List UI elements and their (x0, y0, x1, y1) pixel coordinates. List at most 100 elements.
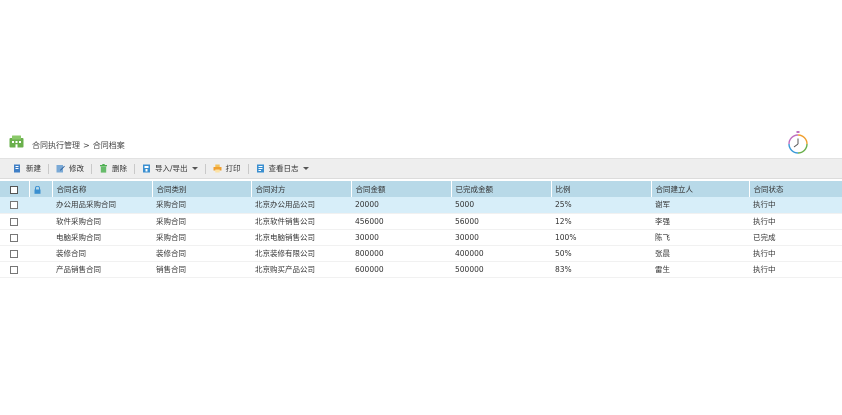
building-icon (9, 135, 24, 148)
toolbar-divider (91, 163, 92, 174)
row-checkbox[interactable] (10, 201, 18, 210)
table-cell: 张晨 (655, 248, 670, 258)
contract-table: 合同名称 合同类别 合同对方 合同金额 已完成金额 比例 合同建立人 合同状态 … (0, 181, 842, 278)
column-header[interactable]: 合同类别 (152, 181, 252, 197)
table-cell: 25% (555, 200, 572, 210)
table-cell: 采购合同 (156, 216, 186, 226)
table-cell: 产品销售合同 (56, 264, 101, 274)
row-checkbox[interactable] (10, 233, 18, 242)
table-cell: 执行中 (753, 200, 776, 210)
delete-button[interactable]: 删除 (94, 161, 132, 177)
table-cell: 装修合同 (156, 248, 186, 258)
table-cell: 20000 (355, 200, 379, 210)
table-cell: 12% (555, 216, 572, 226)
chevron-down-icon (302, 167, 309, 170)
import-export-icon (143, 164, 150, 173)
row-select-cell (0, 245, 29, 261)
table-header-row: 合同名称 合同类别 合同对方 合同金额 已完成金额 比例 合同建立人 合同状态 (0, 181, 842, 197)
table-cell: 400000 (455, 248, 484, 258)
table-cell: 已完成 (753, 232, 776, 242)
lock-column-header (29, 181, 53, 197)
table-row[interactable]: 办公用品采购合同 采购合同 北京办公用品公司 20000 5000 25% 谢军… (0, 197, 842, 213)
lock-cell (29, 229, 52, 245)
toolbar-divider (48, 163, 49, 174)
new-doc-icon (14, 164, 20, 173)
table-cell: 北京购买产品公司 (255, 264, 315, 274)
row-checkbox[interactable] (10, 265, 18, 274)
table-cell: 装修合同 (56, 248, 86, 258)
toolbar-divider (204, 163, 206, 174)
table-row[interactable]: 软件采购合同 采购合同 北京软件销售公司 456000 56000 12% 李强… (0, 213, 842, 229)
lock-icon (34, 185, 40, 194)
row-checkbox[interactable] (10, 217, 18, 226)
column-header[interactable]: 合同金额 (351, 181, 452, 197)
table-cell: 办公用品采购合同 (56, 200, 116, 210)
breadcrumb-current: 合同档案 (92, 141, 125, 150)
new-button[interactable]: 新建 (8, 161, 46, 177)
table-cell: 北京装修有限公司 (255, 248, 315, 258)
toolbar: 新建 修改 删除 导入/导出 打印 查看日志 (0, 158, 842, 179)
breadcrumb-separator: > (83, 141, 90, 150)
table-cell: 5000 (455, 200, 475, 210)
import-export-button[interactable]: 导入/导出 (137, 161, 203, 177)
select-all-cell (0, 181, 30, 197)
lock-cell (29, 197, 52, 213)
table-row[interactable]: 产品销售合同 销售合同 北京购买产品公司 600000 500000 83% 雷… (0, 261, 842, 277)
toolbar-divider (134, 163, 135, 174)
table-row[interactable]: 装修合同 装修合同 北京装修有限公司 800000 400000 50% 张晨 … (0, 245, 842, 261)
table-cell: 执行中 (753, 264, 776, 274)
edit-icon (56, 165, 65, 173)
table-cell: 李强 (655, 216, 670, 226)
select-all-checkbox[interactable] (10, 185, 18, 194)
column-header[interactable]: 合同状态 (749, 181, 842, 197)
breadcrumb-parent[interactable]: 合同执行管理 (32, 141, 80, 150)
row-select-cell (0, 229, 29, 245)
row-select-cell (0, 197, 29, 213)
chevron-down-icon (191, 167, 198, 170)
view-log-button[interactable]: 查看日志 (251, 161, 314, 177)
column-header[interactable]: 合同建立人 (651, 181, 750, 197)
table-cell: 30000 (355, 232, 379, 242)
toolbar-divider (247, 163, 249, 174)
row-select-cell (0, 213, 29, 229)
table-cell: 执行中 (753, 216, 776, 226)
printer-icon (213, 164, 222, 173)
column-header[interactable]: 合同对方 (251, 181, 352, 197)
delete-button-label: 删除 (112, 164, 127, 173)
row-select-cell (0, 261, 29, 277)
log-icon (256, 164, 264, 173)
trash-icon (100, 164, 107, 173)
table-cell: 800000 (355, 248, 384, 258)
page-header: 合同执行管理 > 合同档案 (0, 128, 842, 158)
breadcrumb: 合同执行管理 > 合同档案 (32, 140, 125, 151)
column-header[interactable]: 已完成金额 (451, 181, 552, 197)
table-cell: 软件采购合同 (56, 216, 101, 226)
column-header[interactable]: 比例 (551, 181, 652, 197)
lock-cell (29, 261, 52, 277)
table-cell: 北京电脑销售公司 (255, 232, 315, 242)
table-cell: 56000 (455, 216, 479, 226)
table-cell: 北京办公用品公司 (255, 200, 315, 210)
table-cell: 电脑采购合同 (56, 232, 101, 242)
table-row[interactable]: 电脑采购合同 采购合同 北京电脑销售公司 30000 30000 100% 陈飞… (0, 229, 842, 245)
table-cell: 采购合同 (156, 232, 186, 242)
table-cell: 谢军 (655, 200, 670, 210)
print-button-label: 打印 (225, 164, 241, 173)
column-header[interactable]: 合同名称 (52, 181, 153, 197)
lock-cell (29, 245, 52, 261)
table-cell: 北京软件销售公司 (255, 216, 315, 226)
table-cell: 执行中 (753, 248, 776, 258)
table-cell: 30000 (455, 232, 479, 242)
table-cell: 雷生 (655, 264, 670, 274)
import-export-button-label: 导入/导出 (155, 164, 188, 173)
table-cell: 83% (555, 264, 572, 274)
edit-button-label: 修改 (69, 164, 84, 173)
table-cell: 销售合同 (156, 264, 186, 274)
row-checkbox[interactable] (10, 249, 18, 258)
edit-button[interactable]: 修改 (51, 161, 89, 177)
new-button-label: 新建 (26, 164, 41, 173)
table-cell: 600000 (355, 264, 384, 274)
print-button[interactable]: 打印 (208, 161, 246, 177)
clock-icon[interactable] (786, 128, 810, 156)
table-cell: 50% (555, 248, 572, 258)
